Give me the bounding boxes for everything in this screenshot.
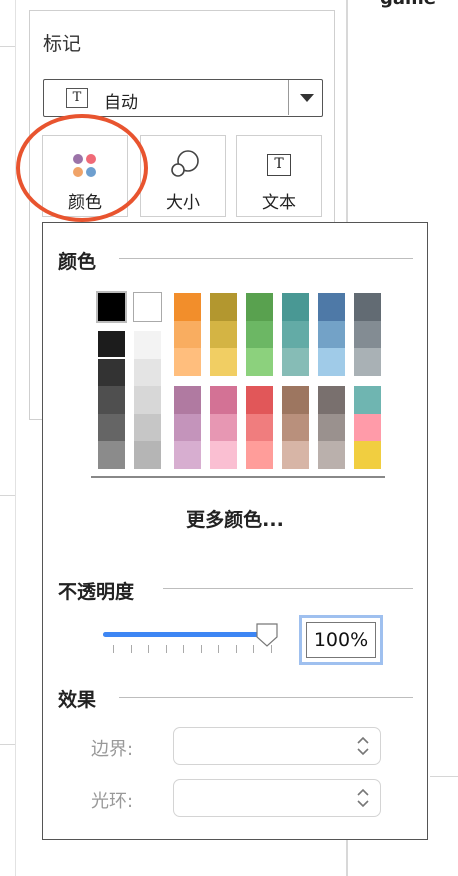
color-swatch[interactable] — [210, 386, 237, 414]
color-swatch[interactable] — [354, 320, 381, 349]
color-swatch[interactable] — [134, 331, 161, 359]
color-swatch[interactable] — [96, 356, 127, 389]
left-pane-divider — [0, 495, 15, 496]
left-pane-border — [15, 0, 16, 876]
text-t-icon: T — [267, 154, 291, 176]
effects-section-title: 效果 — [58, 689, 97, 711]
color-swatch[interactable] — [318, 413, 345, 442]
color-swatch[interactable] — [134, 358, 161, 387]
color-swatch[interactable] — [210, 441, 237, 469]
opacity-slider-fill — [103, 632, 267, 637]
color-swatch[interactable] — [282, 413, 309, 442]
left-pane-divider — [0, 744, 15, 745]
border-select[interactable] — [173, 727, 381, 765]
color-swatch[interactable] — [282, 348, 309, 376]
color-swatch[interactable] — [210, 293, 237, 321]
size-circles-icon — [171, 150, 199, 177]
opacity-value[interactable]: 100% — [306, 622, 376, 658]
text-button-label: 文本 — [262, 193, 296, 213]
border-label: 边界: — [91, 739, 134, 760]
canvas-divider — [430, 776, 458, 777]
color-swatch[interactable] — [318, 441, 345, 469]
color-swatch[interactable] — [282, 320, 309, 349]
slider-tick — [130, 645, 132, 653]
color-swatch[interactable] — [354, 348, 381, 376]
canvas-text: game — [380, 0, 436, 9]
color-swatch[interactable] — [98, 413, 125, 442]
slider-tick — [113, 645, 114, 653]
opacity-input[interactable]: 100% — [299, 615, 383, 665]
slider-tick — [200, 645, 202, 653]
slider-tick — [148, 645, 149, 653]
swatch-divider — [91, 476, 385, 478]
mark-type-dropdown[interactable]: T 自动 — [43, 79, 323, 117]
chevron-down-icon[interactable] — [300, 94, 314, 102]
color-swatch[interactable] — [318, 293, 345, 321]
slider-tick — [253, 645, 254, 653]
color-swatch[interactable] — [354, 413, 381, 442]
color-swatch[interactable] — [134, 441, 161, 469]
color-swatch[interactable] — [96, 291, 127, 323]
color-section-title: 颜色 — [58, 251, 97, 273]
slider-tick — [183, 645, 184, 653]
slider-tick — [165, 645, 167, 653]
color-swatch[interactable] — [174, 413, 201, 442]
color-swatch[interactable] — [282, 386, 309, 414]
mark-type-label: 自动 — [104, 93, 138, 113]
color-popup: 颜色 更多颜色... 不透明度 100% 效果 边界: 光环: — [42, 222, 428, 840]
color-swatch[interactable] — [246, 293, 273, 321]
color-swatch[interactable] — [246, 386, 273, 414]
updown-chevron-icon — [357, 736, 369, 756]
opacity-slider-track[interactable] — [103, 632, 267, 637]
halo-label: 光环: — [91, 791, 134, 812]
color-swatch[interactable] — [318, 348, 345, 376]
color-swatch[interactable] — [98, 386, 125, 414]
slider-tick — [235, 645, 237, 653]
color-swatch[interactable] — [174, 320, 201, 349]
slider-tick — [218, 645, 219, 653]
color-swatch[interactable] — [210, 320, 237, 349]
slider-tick — [270, 645, 272, 653]
color-swatch[interactable] — [174, 293, 201, 321]
color-swatch[interactable] — [174, 386, 201, 414]
color-swatch[interactable] — [354, 441, 381, 469]
color-swatch[interactable] — [134, 413, 161, 442]
text-t-icon: T — [66, 88, 88, 108]
color-swatch[interactable] — [246, 441, 273, 469]
color-swatch[interactable] — [98, 441, 125, 469]
color-swatch[interactable] — [174, 441, 201, 469]
color-swatch[interactable] — [246, 320, 273, 349]
marks-title: 标记 — [43, 33, 82, 55]
more-colors-link[interactable]: 更多颜色... — [43, 505, 427, 532]
left-pane-divider — [0, 46, 15, 47]
text-button[interactable]: T 文本 — [236, 135, 322, 217]
color-swatch[interactable] — [98, 331, 125, 359]
color-swatch[interactable] — [282, 441, 309, 469]
section-divider — [119, 258, 413, 259]
updown-chevron-icon — [357, 788, 369, 808]
color-swatch[interactable] — [354, 386, 381, 414]
color-swatch-grid — [96, 291, 383, 470]
opacity-slider-thumb[interactable] — [256, 623, 278, 647]
halo-select[interactable] — [173, 779, 381, 817]
color-swatch[interactable] — [318, 320, 345, 349]
color-swatch[interactable] — [246, 413, 273, 442]
section-divider — [119, 697, 413, 698]
size-button[interactable]: 大小 — [140, 135, 226, 217]
dropdown-divider — [288, 80, 289, 115]
color-swatch[interactable] — [210, 413, 237, 442]
color-swatch[interactable] — [210, 348, 237, 376]
color-swatch[interactable] — [174, 348, 201, 376]
color-swatch[interactable] — [354, 293, 381, 321]
size-button-label: 大小 — [166, 193, 200, 213]
color-swatch[interactable] — [318, 386, 345, 414]
color-swatch[interactable] — [134, 386, 161, 414]
section-divider — [163, 588, 413, 589]
color-swatch[interactable] — [246, 348, 273, 376]
highlight-ring — [16, 114, 148, 222]
opacity-section-title: 不透明度 — [58, 581, 135, 603]
color-swatch[interactable] — [282, 293, 309, 321]
color-swatch[interactable] — [133, 292, 162, 322]
